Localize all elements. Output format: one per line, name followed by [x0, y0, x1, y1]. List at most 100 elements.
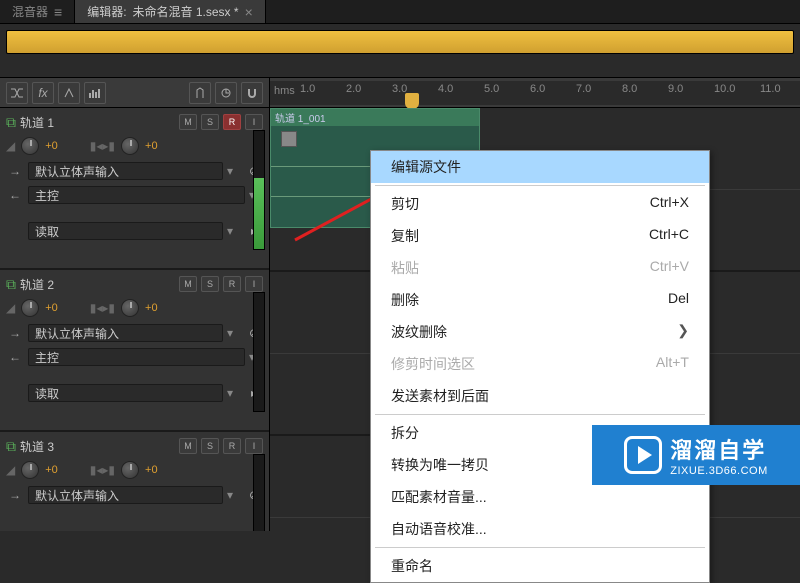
audio-track-icon: ⧉: [6, 114, 16, 131]
pan-knob[interactable]: [121, 461, 139, 479]
snap-icon[interactable]: [215, 82, 237, 104]
menu-item[interactable]: 波纹删除 ❯: [371, 316, 709, 348]
pan-value: +0: [145, 302, 158, 314]
level-meter: [253, 454, 265, 531]
menu-item-label: 拆分: [391, 423, 419, 443]
menu-item-label: 剪切: [391, 194, 419, 214]
chevron-down-icon[interactable]: ▾: [227, 164, 241, 178]
mute-button[interactable]: M: [179, 276, 197, 292]
send-icon[interactable]: [58, 82, 80, 104]
input-selector[interactable]: 默认立体声输入: [28, 486, 223, 504]
record-button[interactable]: R: [223, 114, 241, 130]
level-meter: [253, 130, 265, 250]
routing-icon[interactable]: [6, 82, 28, 104]
magnet-icon[interactable]: [241, 82, 263, 104]
menu-item[interactable]: 删除Del: [371, 284, 709, 316]
menu-item-label: 发送素材到后面: [391, 386, 489, 406]
menu-item: 粘贴Ctrl+V: [371, 252, 709, 284]
output-arrow-icon[interactable]: ←: [6, 348, 24, 366]
tab-label: 混音器: [12, 3, 48, 20]
tab-label-prefix: 编辑器:: [87, 3, 126, 20]
time-ruler[interactable]: hms 1.02.03.04.05.06.07.08.09.010.011.0: [270, 81, 800, 105]
track-name: 轨道 3: [20, 438, 54, 455]
menu-item-shortcut: Del: [668, 290, 689, 310]
toolbar: fx hms 1.02.03.04.05.06.07.08.09.010.011…: [0, 78, 800, 108]
input-arrow-icon[interactable]: →: [6, 324, 24, 342]
toolbar-left: fx: [0, 78, 270, 107]
automation-mode-selector[interactable]: 读取: [28, 384, 223, 402]
menu-item-shortcut: Ctrl+C: [649, 226, 689, 246]
input-monitor-button[interactable]: I: [245, 276, 263, 292]
clock-icon[interactable]: [189, 82, 211, 104]
chevron-down-icon[interactable]: ▾: [227, 326, 241, 340]
volume-value: +0: [45, 140, 58, 152]
volume-knob[interactable]: [21, 137, 39, 155]
clip-name: 轨道 1_001: [271, 109, 479, 126]
playhead-marker[interactable]: [405, 93, 419, 109]
close-icon[interactable]: ×: [245, 5, 253, 19]
audio-track-icon: ⧉: [6, 438, 16, 455]
ruler-ticks: 1.02.03.04.05.06.07.08.09.010.011.0: [300, 81, 800, 105]
input-monitor-button[interactable]: I: [245, 438, 263, 454]
tab-mixer[interactable]: 混音器 ≡: [0, 0, 75, 23]
input-monitor-button[interactable]: I: [245, 114, 263, 130]
chevron-down-icon[interactable]: ▾: [227, 386, 241, 400]
output-selector[interactable]: 主控: [28, 348, 245, 366]
menu-item[interactable]: 复制Ctrl+C: [371, 220, 709, 252]
eq-icon[interactable]: [84, 82, 106, 104]
menu-item[interactable]: 自动语音校准...: [371, 513, 709, 545]
menu-item-shortcut: Ctrl+X: [650, 194, 689, 214]
solo-button[interactable]: S: [201, 114, 219, 130]
chevron-down-icon[interactable]: ▾: [227, 488, 241, 502]
mute-button[interactable]: M: [179, 438, 197, 454]
input-arrow-icon[interactable]: →: [6, 162, 24, 180]
watermark: 溜溜自学 ZIXUE.3D66.COM: [592, 425, 800, 485]
track-name: 轨道 1: [20, 114, 54, 131]
input-selector[interactable]: 默认立体声输入: [28, 324, 223, 342]
overview-region[interactable]: [6, 30, 794, 54]
automation-mode-selector[interactable]: 读取: [28, 222, 223, 240]
chevron-down-icon[interactable]: ▾: [227, 224, 241, 238]
volume-meter-icon: ◢: [6, 301, 15, 315]
solo-button[interactable]: S: [201, 438, 219, 454]
watermark-url: ZIXUE.3D66.COM: [670, 465, 767, 477]
pan-knob[interactable]: [121, 299, 139, 317]
track: ⧉ 轨道 1 MSRI◢ +0 ▮◂▸▮ +0→ 默认立体声输入 ▾ ⊘← 主控…: [0, 108, 269, 270]
pan-value: +0: [145, 464, 158, 476]
menu-item[interactable]: 剪切 Ctrl+X: [371, 188, 709, 220]
volume-meter-icon: ◢: [6, 463, 15, 477]
output-selector[interactable]: 主控: [28, 186, 245, 204]
track-name: 轨道 2: [20, 276, 54, 293]
record-button[interactable]: R: [223, 438, 241, 454]
submenu-arrow-icon: ❯: [677, 322, 689, 342]
ruler-tick: 2.0: [346, 83, 361, 95]
menu-item[interactable]: 发送素材到后面: [371, 380, 709, 412]
menu-item-shortcut: Ctrl+V: [650, 258, 689, 278]
volume-knob[interactable]: [21, 299, 39, 317]
ruler-tick: 1.0: [300, 83, 315, 95]
record-button[interactable]: R: [223, 276, 241, 292]
input-arrow-icon[interactable]: →: [6, 486, 24, 504]
menu-item[interactable]: 匹配素材音量...: [371, 481, 709, 513]
pan-knob[interactable]: [121, 137, 139, 155]
mute-button[interactable]: M: [179, 114, 197, 130]
output-arrow-icon[interactable]: ←: [6, 186, 24, 204]
watermark-title: 溜溜自学: [670, 433, 767, 465]
input-selector[interactable]: 默认立体声输入: [28, 162, 223, 180]
solo-button[interactable]: S: [201, 276, 219, 292]
menu-item[interactable]: 编辑源文件: [371, 151, 709, 183]
document-tabs: 混音器 ≡ 编辑器: 未命名混音 1.sesx * ×: [0, 0, 800, 24]
tab-menu-icon[interactable]: ≡: [54, 5, 62, 19]
ruler-tick: 7.0: [576, 83, 591, 95]
menu-item-label: 波纹删除: [391, 322, 447, 342]
audio-track-icon: ⧉: [6, 276, 16, 293]
ruler-tick: 6.0: [530, 83, 545, 95]
menu-item-label: 自动语音校准...: [391, 519, 487, 539]
menu-item-label: 重命名: [391, 556, 433, 576]
timeline-overview: [0, 24, 800, 78]
pan-icon: ▮◂▸▮: [90, 301, 115, 315]
tab-editor[interactable]: 编辑器: 未命名混音 1.sesx * ×: [75, 0, 266, 23]
menu-item[interactable]: 重命名: [371, 550, 709, 582]
volume-knob[interactable]: [21, 461, 39, 479]
fx-icon[interactable]: fx: [32, 82, 54, 104]
